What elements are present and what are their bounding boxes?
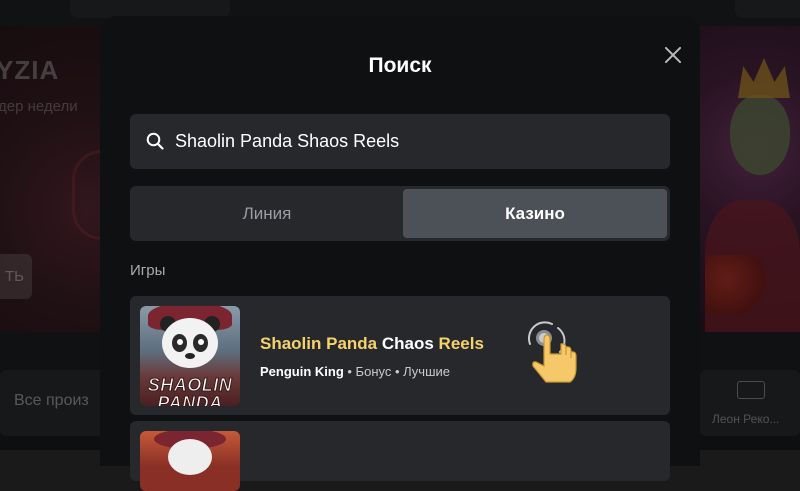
search-modal: Поиск Линия Казино Игры SHAOLIN PANDA Sh… <box>100 16 700 491</box>
game-provider: Penguin King <box>260 364 344 379</box>
search-tabs: Линия Казино <box>130 186 670 241</box>
game-title-match: Shaolin Panda <box>260 334 378 353</box>
search-input[interactable] <box>175 114 655 169</box>
section-label-games: Игры <box>130 262 166 279</box>
game-tags: • Бонус • Лучшие <box>343 364 450 379</box>
game-title-rest: Chaos <box>377 334 439 353</box>
panda-pupil <box>198 339 204 345</box>
search-field[interactable] <box>130 114 670 169</box>
panda-head <box>168 439 212 475</box>
modal-title: Поиск <box>368 54 432 77</box>
game-thumbnail: SHAOLIN PANDA <box>140 306 240 406</box>
panda-nose <box>185 353 195 359</box>
panda-pupil <box>177 339 183 345</box>
tab-line[interactable]: Линия <box>133 189 401 238</box>
game-result-card[interactable] <box>130 421 670 491</box>
close-icon[interactable] <box>660 42 686 68</box>
tab-casino[interactable]: Казино <box>403 189 667 238</box>
game-meta: Penguin King • Бонус • Лучшие <box>260 364 450 379</box>
game-title-match: Reels <box>438 334 484 353</box>
game-title: Shaolin Panda Chaos Reels <box>260 334 484 354</box>
game-logo-text: SHAOLIN PANDA <box>147 375 233 407</box>
game-result-card[interactable]: SHAOLIN PANDA Shaolin Panda Chaos Reels … <box>130 296 670 415</box>
tap-hand-icon <box>527 321 577 383</box>
panda-head <box>162 318 218 368</box>
search-icon <box>146 132 164 150</box>
game-thumbnail <box>140 431 240 491</box>
